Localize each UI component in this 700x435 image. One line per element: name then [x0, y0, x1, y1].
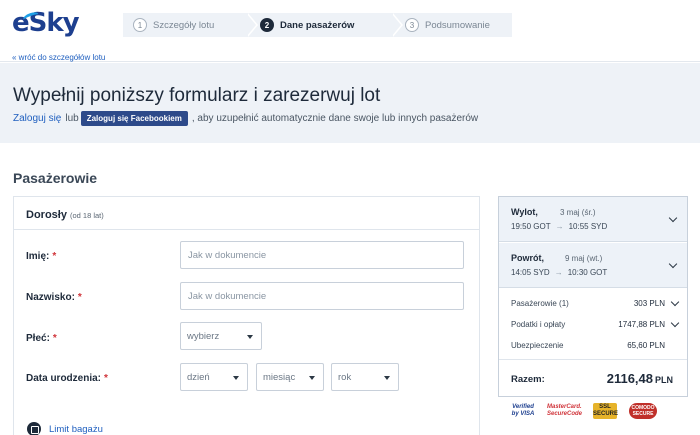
birth-date-label: Data urodzenia: * — [26, 373, 108, 384]
return-arrival: 10:30 GOT — [567, 268, 608, 277]
baggage-limit-link[interactable]: Limit bagażu — [49, 424, 103, 435]
passenger-type-label: Dorosły — [26, 209, 67, 221]
chevron-down-icon[interactable] — [668, 259, 678, 269]
hero-banner: Wypełnij poniższy formularz i zarezerwuj… — [0, 63, 700, 143]
caret-down-icon — [247, 335, 253, 339]
summary-divider — [499, 359, 687, 360]
required-mark: * — [52, 333, 57, 344]
caret-down-icon — [384, 376, 390, 380]
birth-day-value: dzień — [187, 371, 210, 383]
return-departure: 14:05 SYD — [511, 268, 550, 277]
baggage-limit[interactable]: Limit bagażu — [27, 422, 103, 435]
step-flight-details[interactable]: 1 Szczegóły lotu — [123, 13, 258, 37]
step-summary: 3 Podsumowanie — [391, 13, 512, 37]
caret-down-icon — [233, 376, 239, 380]
form-header: Dorosły (od 18 lat) — [14, 197, 479, 230]
last-name-label: Nazwisko: * — [26, 292, 82, 303]
passenger-type-title: Dorosły (od 18 lat) — [26, 209, 104, 221]
outbound-flight[interactable]: Wylot, 3 maj (śr.) 19:50 GOT → 10:55 SYD — [499, 197, 687, 242]
arrow-right-icon: → — [554, 268, 563, 277]
birth-month-select[interactable]: miesiąc — [256, 363, 324, 391]
back-to-flight-details-link[interactable]: « wróć do szczegółów lotu — [12, 53, 105, 62]
step-number-1: 1 — [133, 18, 147, 32]
first-name-label: Imię: * — [26, 251, 56, 262]
comodo-secure-logo: COMODO SECURE — [629, 403, 657, 419]
outbound-departure: 19:50 GOT — [511, 222, 551, 231]
cost-row-passengers[interactable]: Pasażerowie (1) 303 PLN — [511, 297, 680, 308]
step-number-2: 2 — [260, 18, 274, 32]
esky-logo[interactable]: eSky — [12, 8, 80, 38]
caret-down-icon — [309, 376, 315, 380]
last-name-input[interactable] — [180, 282, 464, 310]
total-amount: 2116,48 — [606, 371, 653, 386]
outbound-arrival: 10:55 SYD — [568, 222, 608, 231]
required-mark: * — [104, 373, 108, 384]
suitcase-icon — [27, 422, 41, 435]
step-label: Szczegóły lotu — [153, 19, 215, 31]
outbound-label: Wylot, — [511, 207, 538, 217]
chevron-down-icon[interactable] — [668, 213, 678, 223]
or-text: lub — [65, 113, 79, 124]
cost-label: Podatki i opłaty — [511, 320, 566, 329]
cost-row-taxes[interactable]: Podatki i opłaty 1747,88 PLN — [511, 318, 680, 329]
security-badges: Verified by VISA MasterCard. SecureCode … — [511, 403, 669, 419]
cost-row-insurance: Ubezpieczenie 65,60 PLN — [511, 341, 677, 350]
cost-value: 65,60 PLN — [627, 341, 665, 350]
verified-by-visa-logo: Verified by VISA — [511, 404, 535, 417]
ssl-secure-logo: SSL SECURE — [593, 403, 619, 419]
facebook-login-button[interactable]: Zaloguj się Facebookiem — [80, 111, 188, 126]
total-currency: PLN — [655, 375, 673, 385]
booking-summary: Wylot, 3 maj (śr.) 19:50 GOT → 10:55 SYD P… — [498, 196, 688, 397]
gender-label: Płeć: * — [26, 333, 57, 344]
return-date: 9 maj (wt.) — [565, 254, 603, 263]
passengers-heading: Pasażerowie — [13, 170, 98, 186]
return-flight[interactable]: Powrót, 9 maj (wt.) 14:05 SYD → 10:30 GOT — [499, 243, 687, 288]
required-mark: * — [52, 251, 57, 262]
total-label: Razem: — [511, 374, 545, 385]
booking-steps: 1 Szczegóły lotu 2 Dane pasażerów 3 Pods… — [123, 13, 512, 37]
birth-year-value: rok — [338, 371, 352, 383]
page-title: Wypełnij poniższy formularz i zarezerwuj… — [13, 85, 381, 106]
arrow-right-icon: → — [555, 222, 564, 231]
return-label: Powrót, — [511, 253, 544, 263]
adult-passenger-form: Dorosły(od 18 lat) Imię:* Nazwisko:* Płe… — [13, 196, 480, 435]
login-link[interactable]: Zaloguj się — [13, 113, 61, 124]
outbound-date: 3 maj (śr.) — [560, 208, 596, 217]
last-name-label-text: Nazwisko: — [26, 292, 75, 303]
step-label: Dane pasażerów — [280, 19, 355, 31]
cost-value: 303 PLN — [633, 299, 665, 308]
birth-day-select[interactable]: dzień — [180, 363, 248, 391]
chevron-down-icon[interactable] — [670, 318, 680, 328]
cost-label: Ubezpieczenie — [511, 341, 564, 350]
login-prompt: Zaloguj się lub Zaloguj się Facebookiem … — [13, 111, 478, 126]
step-number-3: 3 — [405, 18, 419, 32]
chevron-down-icon[interactable] — [670, 297, 680, 307]
return-times: 14:05 SYD → 10:30 GOT — [511, 268, 607, 277]
cost-label: Pasażerowie (1) — [511, 299, 569, 308]
required-mark: * — [77, 292, 82, 303]
gender-label-text: Płeć: — [26, 333, 50, 344]
passenger-age-range: (od 18 lat) — [69, 211, 104, 220]
gender-select[interactable]: wybierz — [180, 322, 262, 350]
birth-date-label-text: Data urodzenia: — [26, 373, 102, 384]
first-name-label-text: Imię: — [26, 251, 50, 262]
login-suffix-text: , aby uzupełnić automatycznie dane swoje… — [191, 113, 479, 124]
birth-month-value: miesiąc — [263, 371, 296, 383]
mastercard-securecode-logo: MasterCard. SecureCode — [547, 404, 583, 417]
total-price: 2116,48 PLN — [607, 371, 673, 386]
first-name-input[interactable] — [180, 241, 464, 269]
step-label: Podsumowanie — [425, 19, 490, 31]
step-passenger-data: 2 Dane pasażerów — [246, 13, 403, 37]
birth-year-select[interactable]: rok — [331, 363, 399, 391]
outbound-times: 19:50 GOT → 10:55 SYD — [511, 222, 607, 231]
gender-select-value: wybierz — [187, 330, 220, 342]
cost-value: 1747,88 PLN — [618, 320, 665, 329]
header: eSky 1 Szczegóły lotu 2 Dane pasażerów 3… — [0, 0, 700, 62]
logo-text: eSky — [12, 8, 80, 38]
